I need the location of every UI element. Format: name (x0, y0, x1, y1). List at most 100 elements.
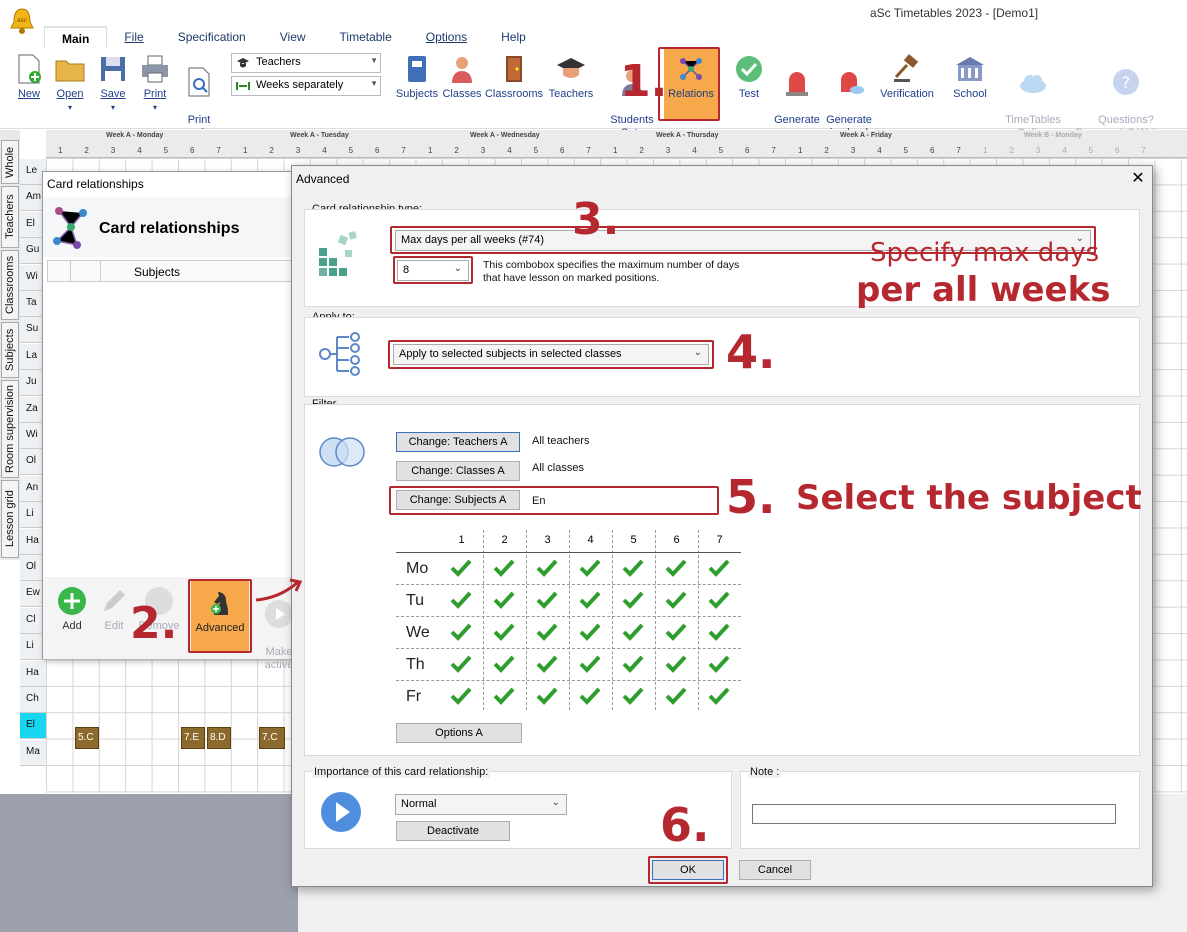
change-teachers-button[interactable]: Change: Teachers A (396, 432, 520, 452)
position-checkmark[interactable] (441, 617, 481, 647)
view-teachers-combo[interactable]: Teachers ▼ (231, 53, 381, 73)
menu-options[interactable]: Options (409, 26, 484, 48)
position-checkmark[interactable] (699, 617, 739, 647)
verification-button[interactable]: Verification (876, 53, 938, 101)
menu-main[interactable]: Main (44, 26, 108, 48)
questions-button[interactable]: ? Questions? Comments? Write us (1068, 53, 1184, 140)
check-icon (579, 591, 601, 609)
tab-whole[interactable]: Whole (1, 140, 19, 184)
print-preview-button[interactable]: Print preview (176, 53, 222, 140)
position-checkmark[interactable] (656, 617, 696, 647)
position-checkmark[interactable] (570, 585, 610, 615)
menu-specification[interactable]: Specification (161, 26, 263, 48)
timetables-online-button[interactable]: TimeTables Online (1003, 53, 1063, 140)
teacher-row-label[interactable]: Ch (20, 687, 46, 713)
period-number: 7 (401, 146, 406, 155)
menu-view[interactable]: View (263, 26, 323, 48)
deactivate-button[interactable]: Deactivate (396, 821, 510, 841)
position-checkmark[interactable] (570, 553, 610, 583)
tab-room-supervision[interactable]: Room supervision (1, 380, 19, 478)
save-button[interactable]: Save ▾ (96, 53, 130, 114)
position-checkmark[interactable] (613, 617, 653, 647)
check-icon (579, 687, 601, 705)
teacher-row-label[interactable]: Ma (20, 739, 46, 766)
position-checkmark[interactable] (656, 585, 696, 615)
period-header: 2 (501, 534, 508, 546)
position-checkmark[interactable] (613, 649, 653, 679)
position-checkmark[interactable] (527, 585, 567, 615)
period-header: 6 (673, 534, 680, 546)
print-button[interactable]: Print ▾ (138, 53, 172, 114)
weeks-mode-combo[interactable]: Weeks separately ▼ (231, 76, 381, 96)
position-checkmark[interactable] (527, 681, 567, 711)
position-checkmark[interactable] (484, 681, 524, 711)
lesson-card[interactable]: 7.E (181, 727, 205, 749)
position-checkmark[interactable] (613, 585, 653, 615)
change-classes-button[interactable]: Change: Classes A (396, 461, 520, 481)
tab-classrooms[interactable]: Classrooms (1, 250, 19, 320)
position-checkmark[interactable] (656, 681, 696, 711)
position-checkmark[interactable] (441, 681, 481, 711)
period-number: 3 (1035, 146, 1041, 155)
period-number: 6 (930, 146, 935, 155)
lesson-card[interactable]: 7.C (259, 727, 285, 749)
position-checkmark[interactable] (527, 617, 567, 647)
position-checkmark[interactable] (699, 681, 739, 711)
test-button[interactable]: Test (732, 53, 766, 101)
position-checkmark[interactable] (699, 553, 739, 583)
position-checkmark[interactable] (656, 553, 696, 583)
position-checkmark[interactable] (484, 553, 524, 583)
position-checkmark[interactable] (570, 649, 610, 679)
importance-select[interactable]: Normal ⌄ (395, 794, 567, 815)
classrooms-button[interactable]: Classrooms (484, 53, 544, 101)
position-checkmark[interactable] (441, 553, 481, 583)
subjects-button[interactable]: Subjects (394, 53, 440, 101)
add-button[interactable]: Add (53, 585, 91, 633)
teachers-button[interactable]: Teachers (546, 53, 596, 101)
teacher-row-label[interactable]: Ha (20, 660, 46, 687)
position-checkmark[interactable] (699, 649, 739, 679)
menu-timetable[interactable]: Timetable (323, 26, 409, 48)
position-checkmark[interactable] (441, 585, 481, 615)
position-checkmark[interactable] (613, 553, 653, 583)
teacher-row-label[interactable]: El (20, 713, 46, 740)
edit-button[interactable]: Edit (97, 585, 131, 633)
options-button[interactable]: Options A (396, 723, 522, 743)
tab-subjects[interactable]: Subjects (1, 322, 19, 378)
position-checkmark[interactable] (484, 585, 524, 615)
generate-new-button[interactable]: Generate new (771, 53, 823, 140)
cancel-button[interactable]: Cancel (739, 860, 811, 880)
note-input[interactable] (752, 804, 1116, 824)
close-icon[interactable]: ✕ (1128, 168, 1148, 188)
position-checkmark[interactable] (484, 649, 524, 679)
relations-network-icon (53, 207, 87, 249)
position-checkmark[interactable] (527, 649, 567, 679)
lesson-card[interactable]: 8.D (207, 727, 231, 749)
position-checkmark[interactable] (527, 553, 567, 583)
column-subjects[interactable]: Subjects (134, 265, 180, 279)
position-checkmark[interactable] (570, 617, 610, 647)
period-number: 2 (454, 146, 459, 155)
blocks-icon (319, 231, 357, 276)
position-checkmark[interactable] (699, 585, 739, 615)
position-checkmark[interactable] (570, 681, 610, 711)
generate-cloud-button[interactable]: Generate in cloud (823, 53, 875, 140)
app-logo-bell-icon[interactable]: asc (8, 6, 36, 36)
classes-button[interactable]: Classes (442, 53, 482, 101)
tab-lesson-grid[interactable]: Lesson grid (1, 480, 19, 558)
school-button[interactable]: School (950, 53, 990, 101)
lesson-card[interactable]: 5.C (75, 727, 99, 749)
position-checkmark[interactable] (441, 649, 481, 679)
position-checkmark[interactable] (613, 681, 653, 711)
menu-file[interactable]: File (107, 26, 160, 48)
position-checkmark[interactable] (484, 617, 524, 647)
new-button[interactable]: New (12, 53, 46, 101)
tab-teachers[interactable]: Teachers (1, 186, 19, 248)
period-number: 3 (480, 146, 486, 155)
open-button[interactable]: Open ▾ (52, 53, 88, 114)
menu-help[interactable]: Help (484, 26, 543, 48)
position-checkmark[interactable] (656, 649, 696, 679)
period-number: 5 (163, 146, 169, 155)
check-icon (450, 559, 472, 577)
day-label: Th (406, 656, 425, 673)
